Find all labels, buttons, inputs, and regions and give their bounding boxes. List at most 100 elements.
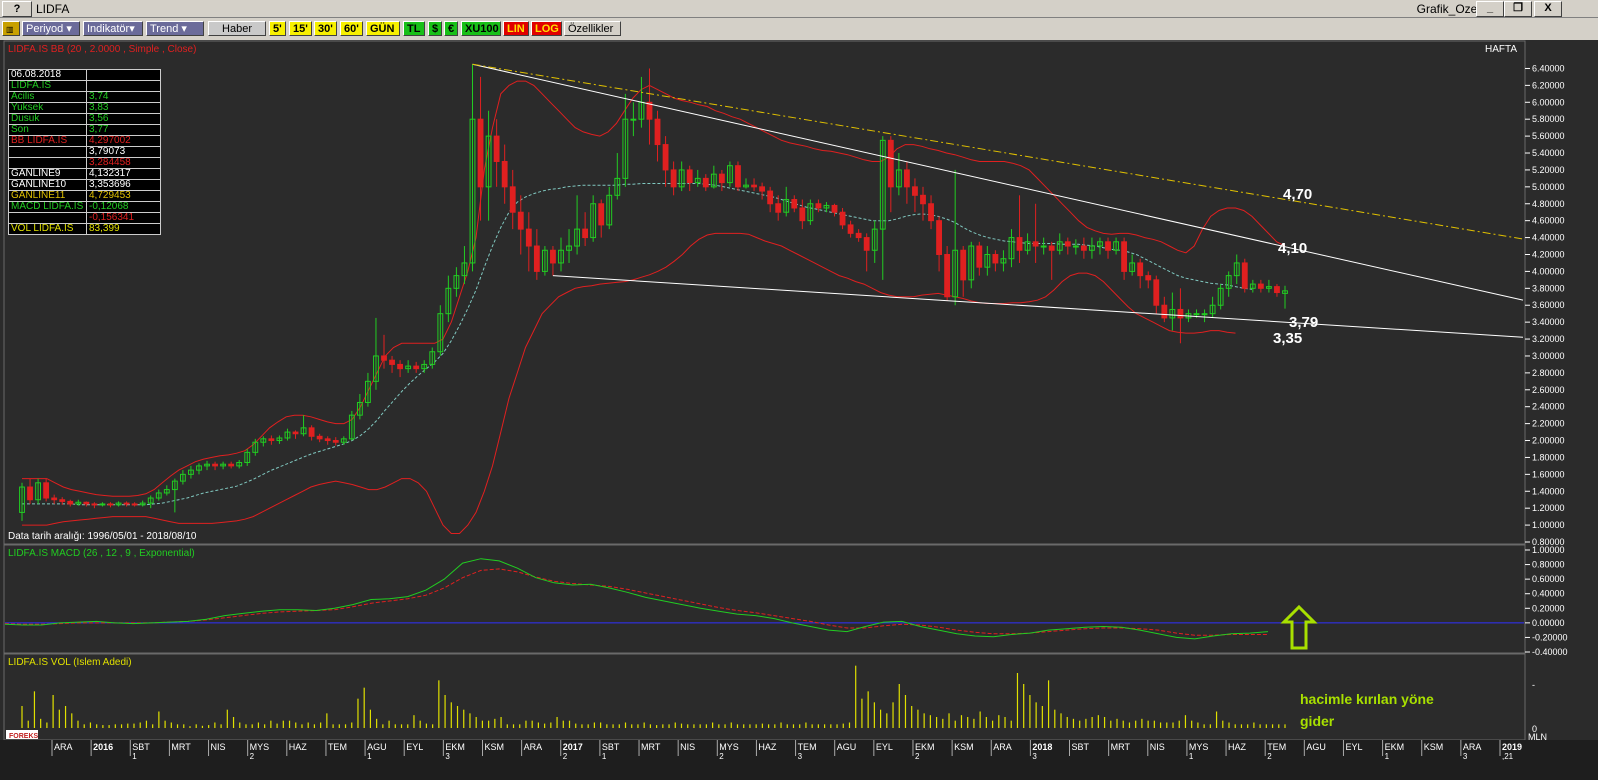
candle-body	[517, 211, 524, 230]
info-label: GANLINE10	[8, 179, 87, 191]
candle-body	[1016, 237, 1023, 251]
currency-usd-button[interactable]: $	[428, 21, 442, 36]
x-axis-label: SBT	[132, 742, 150, 752]
log-scale-button[interactable]: LOG	[531, 21, 562, 36]
x-axis-label: ARA	[1463, 742, 1482, 752]
x-axis-sublabel: 2	[915, 752, 920, 761]
info-row: -0,156341	[8, 212, 161, 224]
currency-eur-button[interactable]: €	[444, 21, 458, 36]
price-tick-label: 6.20000	[1532, 80, 1565, 90]
x-axis-sublabel: 2	[250, 752, 255, 761]
macd-tick-label: 0.20000	[1532, 603, 1565, 613]
candle-body	[1153, 279, 1160, 306]
info-value: 3,56	[86, 113, 161, 125]
indikator-dropdown[interactable]: Indikatör▾	[83, 21, 143, 36]
x-axis-label: NIS	[1150, 742, 1165, 752]
candle-body	[718, 173, 725, 184]
info-label	[8, 212, 87, 224]
haber-button[interactable]: Haber	[208, 21, 266, 36]
help-button[interactable]: ?	[2, 1, 32, 17]
lin-scale-button[interactable]: LIN	[503, 21, 529, 36]
info-row: Dusuk 3,56	[8, 113, 161, 125]
candle-body	[493, 135, 500, 162]
interval-5-button[interactable]: 5'	[269, 21, 286, 36]
x-axis-label: ARA	[524, 742, 543, 752]
price-tick-label: 4.20000	[1532, 249, 1565, 259]
info-value	[86, 80, 161, 92]
x-axis-label: KSM	[954, 742, 974, 752]
x-axis-label: AGU	[1306, 742, 1326, 752]
info-row: VOL LIDFA.IS 83,399	[8, 223, 161, 235]
x-axis-label: MRT	[1111, 742, 1131, 752]
info-row: LIDFA.IS	[8, 80, 161, 92]
candle-body	[960, 249, 967, 281]
candle-body	[855, 232, 862, 239]
volume-legend: LIDFA.IS VOL (Islem Adedi)	[8, 657, 132, 668]
restore-button[interactable]: ❐	[1504, 1, 1532, 17]
app-title: Grafik_Ozel	[1416, 2, 1480, 16]
info-row: MACD LIDFA.IS -0,12068	[8, 201, 161, 213]
x-axis-label: MYS	[1189, 742, 1209, 752]
x-axis-label: SBT	[602, 742, 620, 752]
info-label: 06.08.2018	[8, 69, 87, 81]
chart-area[interactable]: 6.40000 6.20000 6.00000 5.80000 5.60000 5.400…	[0, 40, 1598, 780]
candle-body	[670, 169, 677, 188]
title-bar: ? LIDFA Grafik_Ozel _ ❐ X	[0, 0, 1598, 18]
periyod-dropdown[interactable]: Periyod ▾	[22, 21, 80, 36]
candle-body	[1161, 304, 1168, 319]
info-label: MACD LIDFA.IS	[8, 201, 87, 213]
xu100-button[interactable]: XU100	[461, 21, 501, 36]
price-tick-label: 6.40000	[1532, 63, 1565, 73]
x-axis-label: MYS	[250, 742, 270, 752]
candle-body	[702, 177, 709, 188]
candle-body	[1193, 313, 1200, 316]
price-tick-label: 4.00000	[1532, 266, 1565, 276]
candle-body	[477, 118, 484, 188]
candle-body	[992, 253, 999, 264]
candle-body	[212, 463, 218, 467]
candle-body	[582, 228, 589, 239]
info-value	[86, 69, 161, 81]
price-tick-label: 1.20000	[1532, 503, 1565, 513]
info-value: 3,353696	[86, 179, 161, 191]
info-label: Yuksek	[8, 102, 87, 114]
candle-body	[791, 199, 798, 209]
currency-tl-button[interactable]: TL	[403, 21, 425, 36]
close-button[interactable]: X	[1534, 1, 1562, 17]
interval-30-button[interactable]: 30'	[314, 21, 337, 36]
candle-body	[91, 503, 98, 506]
candle-body	[751, 184, 757, 188]
price-tick-label: 2.20000	[1532, 419, 1565, 429]
chart-type-icon[interactable]: ▥	[2, 21, 20, 36]
trend-dropdown[interactable]: Trend ▾	[146, 21, 204, 36]
price-tick-label: 3.60000	[1532, 300, 1565, 310]
candle-body	[831, 204, 838, 213]
info-value: 3,74	[86, 91, 161, 103]
info-value: 83,399	[86, 223, 161, 235]
interval-60-button[interactable]: 60'	[340, 21, 363, 36]
minimize-button[interactable]: _	[1476, 1, 1504, 17]
ozellikler-button[interactable]: Özellikler	[564, 21, 621, 36]
candle-body	[1105, 241, 1111, 251]
candle-body	[863, 237, 870, 251]
info-value: 4,132317	[86, 168, 161, 180]
info-label: GANLINE9	[8, 168, 87, 180]
info-table: 06.08.2018 LIDFA.IS Acilis 3,74 Yuksek 3,83…	[8, 69, 161, 235]
x-axis-label: AGU	[837, 742, 857, 752]
interval-15-button[interactable]: 15'	[289, 21, 312, 36]
volume-axis-unit: MLN	[1528, 732, 1547, 742]
candle-body	[59, 499, 66, 502]
info-value: 3,77	[86, 124, 161, 136]
candle-body	[308, 427, 315, 437]
candle-body	[1274, 286, 1280, 294]
level-label-379: 3,79	[1289, 314, 1318, 331]
info-label: Son	[8, 124, 87, 136]
price-tick-label: 1.00000	[1532, 520, 1565, 530]
macd-tick-label: 0.80000	[1532, 560, 1565, 570]
volume-axis-top: -	[1532, 680, 1535, 690]
candle-body	[799, 207, 806, 222]
interval-gun-button[interactable]: GÜN	[366, 21, 400, 36]
candle-body	[767, 190, 774, 205]
candle-body	[1072, 245, 1079, 248]
info-value: 3,284458	[86, 157, 161, 169]
